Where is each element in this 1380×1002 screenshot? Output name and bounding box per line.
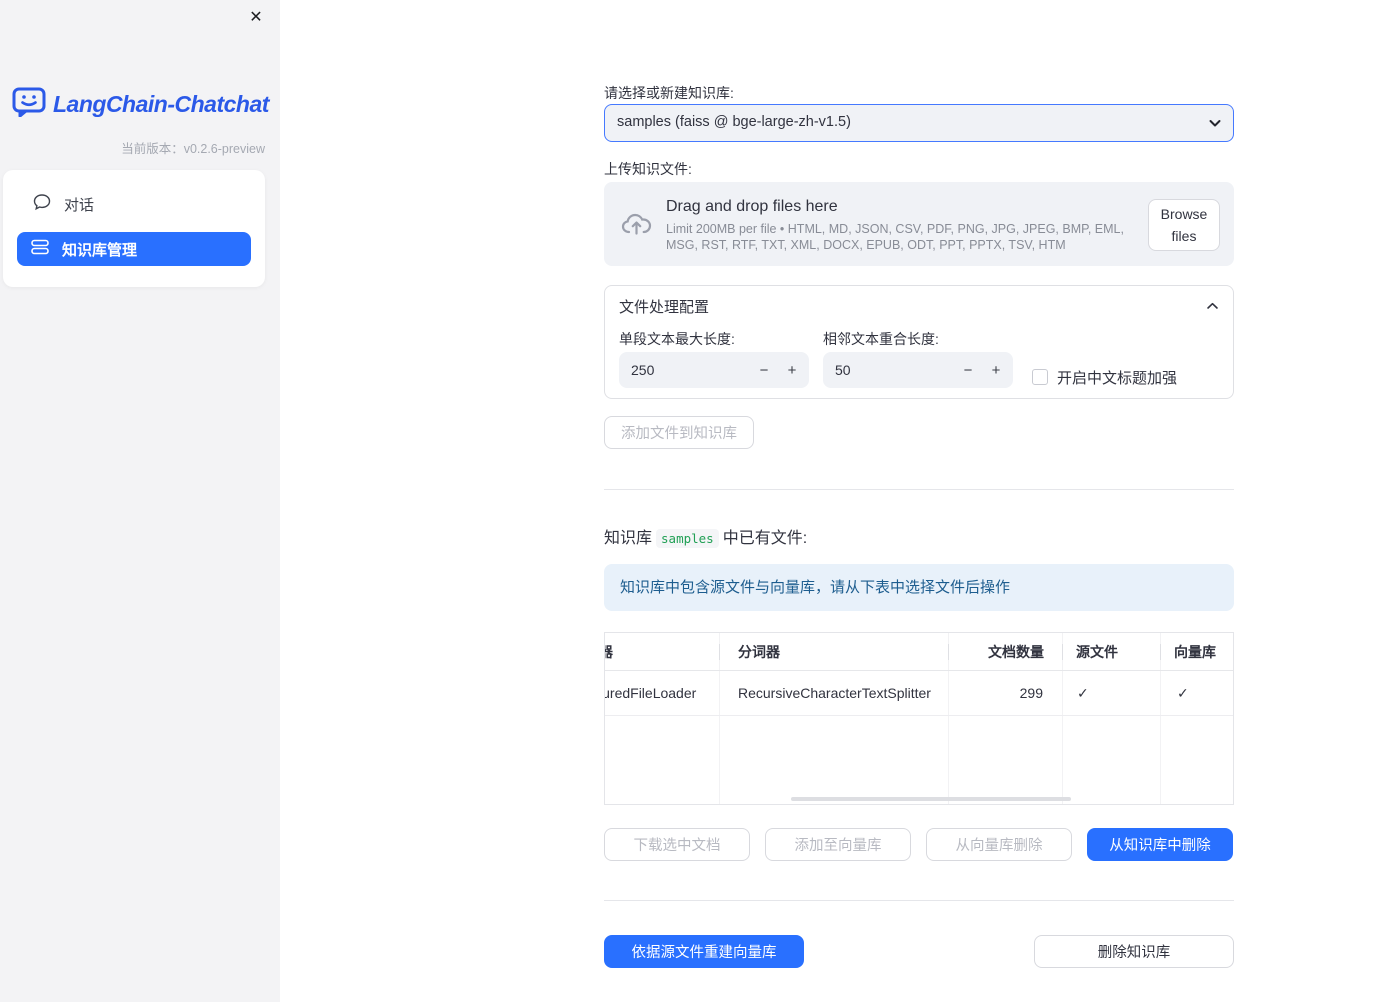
- file-uploader-dropzone[interactable]: Drag and drop files here Limit 200MB per…: [604, 182, 1234, 266]
- cell-source-file-check: ✓: [1077, 685, 1089, 701]
- minus-icon: −: [759, 361, 769, 379]
- app-logo: LangChain-Chatchat: [12, 86, 269, 122]
- cell-doc-count: 299: [1019, 685, 1043, 701]
- column-header-vector-store: 向量库: [1174, 644, 1216, 660]
- nav-item-label: 对话: [64, 196, 95, 214]
- column-header-source-file: 源文件: [1076, 644, 1118, 660]
- main-content: 请选择或新建知识库: samples (faiss @ bge-large-zh…: [604, 0, 1234, 968]
- nav-item-chat[interactable]: 对话: [17, 186, 251, 222]
- download-selected-button[interactable]: 下载选中文档: [604, 828, 750, 861]
- close-icon: ✕: [249, 9, 263, 26]
- version-value: v0.2.6-preview: [183, 142, 265, 156]
- overlap-decrement-button[interactable]: −: [955, 352, 981, 388]
- overlap-increment-button[interactable]: +: [983, 352, 1009, 388]
- files-table: 文档加载器 分词器 文档数量 源文件 向量库 UnstructuredFileL…: [604, 632, 1234, 805]
- sidebar: ✕ LangChain-Chatchat 当前版本：v0.2.6-preview…: [0, 0, 280, 1002]
- chat-bubble-icon: [33, 193, 51, 215]
- close-sidebar-button[interactable]: ✕: [244, 6, 268, 30]
- plus-icon: +: [991, 361, 1001, 379]
- version-label: 当前版本：: [121, 142, 184, 156]
- config-expander-title: 文件处理配置: [619, 298, 710, 316]
- chunk-size-label: 单段文本最大长度:: [619, 331, 735, 347]
- caption-prefix: 知识库: [604, 530, 653, 547]
- rebuild-vector-store-button[interactable]: 依据源文件重建向量库: [604, 935, 804, 968]
- upload-cloud-icon: [620, 208, 653, 246]
- kb-files-caption: 知识库 samples 中已有文件:: [604, 524, 1234, 548]
- delete-from-kb-button[interactable]: 从知识库中删除: [1087, 828, 1233, 861]
- uploader-texts: Drag and drop files here Limit 200MB per…: [666, 198, 1144, 253]
- nav-menu: 对话 知识库管理: [3, 170, 265, 287]
- browse-files-button[interactable]: Browse files: [1148, 199, 1220, 251]
- divider: [604, 489, 1234, 490]
- nav-item-label: 知识库管理: [62, 241, 138, 259]
- kb-select-label: 请选择或新建知识库:: [604, 85, 734, 101]
- zh-title-enhance-checkbox[interactable]: [1032, 369, 1048, 385]
- zh-title-enhance-option: 开启中文标题加强: [1032, 359, 1177, 395]
- kb-select-value: samples (faiss @ bge-large-zh-v1.5): [617, 114, 851, 130]
- stack-icon: [31, 239, 49, 259]
- zh-title-enhance-label: 开启中文标题加强: [1057, 369, 1178, 387]
- horizontal-scrollbar-thumb[interactable]: [791, 797, 1071, 801]
- minus-icon: −: [963, 361, 973, 379]
- nav-item-kb-manage[interactable]: 知识库管理: [17, 232, 251, 266]
- overlap-field: 相邻文本重合长度: 50 − +: [823, 326, 1013, 395]
- table-row[interactable]: UnstructuredFileLoader RecursiveCharacte…: [605, 671, 1233, 716]
- overlap-value: 50: [835, 362, 851, 378]
- divider: [604, 900, 1234, 901]
- config-expander-body: 单段文本最大长度: 250 − + 相邻文本重合长度: 50 − + 开启中文标…: [605, 326, 1233, 395]
- version-text: 当前版本：v0.2.6-preview: [121, 138, 265, 157]
- chunk-size-field: 单段文本最大长度: 250 − +: [619, 326, 809, 395]
- kb-select[interactable]: samples (faiss @ bge-large-zh-v1.5): [604, 104, 1234, 142]
- add-files-to-kb-button[interactable]: 添加文件到知识库: [604, 416, 754, 449]
- chunk-size-input[interactable]: 250 − +: [619, 352, 809, 388]
- app-logo-text: LangChain-Chatchat: [53, 90, 269, 117]
- header-separator: [1062, 644, 1063, 660]
- overlap-label: 相邻文本重合长度:: [823, 331, 939, 347]
- file-action-buttons: 下载选中文档 添加至向量库 从向量库删除 从知识库中删除: [604, 828, 1234, 861]
- uploader-title: Drag and drop files here: [666, 198, 838, 215]
- chunk-decrement-button[interactable]: −: [751, 352, 777, 388]
- column-header-doc-count: 文档数量: [988, 644, 1044, 660]
- uploader-hint: Limit 200MB per file • HTML, MD, JSON, C…: [666, 222, 1124, 252]
- column-header-loader: 文档加载器: [605, 644, 613, 660]
- chat-logo-icon: [12, 86, 46, 122]
- cell-vector-store-check: ✓: [1177, 685, 1189, 701]
- caption-suffix: 中已有文件:: [722, 530, 808, 547]
- column-header-splitter: 分词器: [738, 644, 780, 660]
- header-separator: [719, 644, 720, 660]
- chunk-size-value: 250: [631, 362, 655, 378]
- config-expander-header[interactable]: 文件处理配置: [605, 286, 1233, 326]
- cell-loader: UnstructuredFileLoader: [605, 685, 697, 701]
- header-separator: [1160, 644, 1161, 660]
- info-banner: 知识库中包含源文件与向量库，请从下表中选择文件后操作: [604, 564, 1234, 611]
- chunk-increment-button[interactable]: +: [779, 352, 805, 388]
- delete-kb-button[interactable]: 删除知识库: [1034, 935, 1234, 968]
- upload-label: 上传知识文件:: [604, 161, 692, 177]
- delete-from-vector-store-button[interactable]: 从向量库删除: [926, 828, 1072, 861]
- plus-icon: +: [787, 361, 797, 379]
- config-expander: 文件处理配置 单段文本最大长度: 250 − + 相邻文本重合长度: 50 − …: [604, 285, 1234, 399]
- overlap-input[interactable]: 50 − +: [823, 352, 1013, 388]
- kb-name-code: samples: [656, 529, 719, 548]
- cell-splitter: RecursiveCharacterTextSplitter: [738, 685, 931, 701]
- kb-level-buttons: 依据源文件重建向量库 删除知识库: [604, 935, 1234, 968]
- add-to-vector-store-button[interactable]: 添加至向量库: [765, 828, 911, 861]
- header-separator: [948, 644, 949, 660]
- table-header-row: 文档加载器 分词器 文档数量 源文件 向量库: [605, 633, 1233, 671]
